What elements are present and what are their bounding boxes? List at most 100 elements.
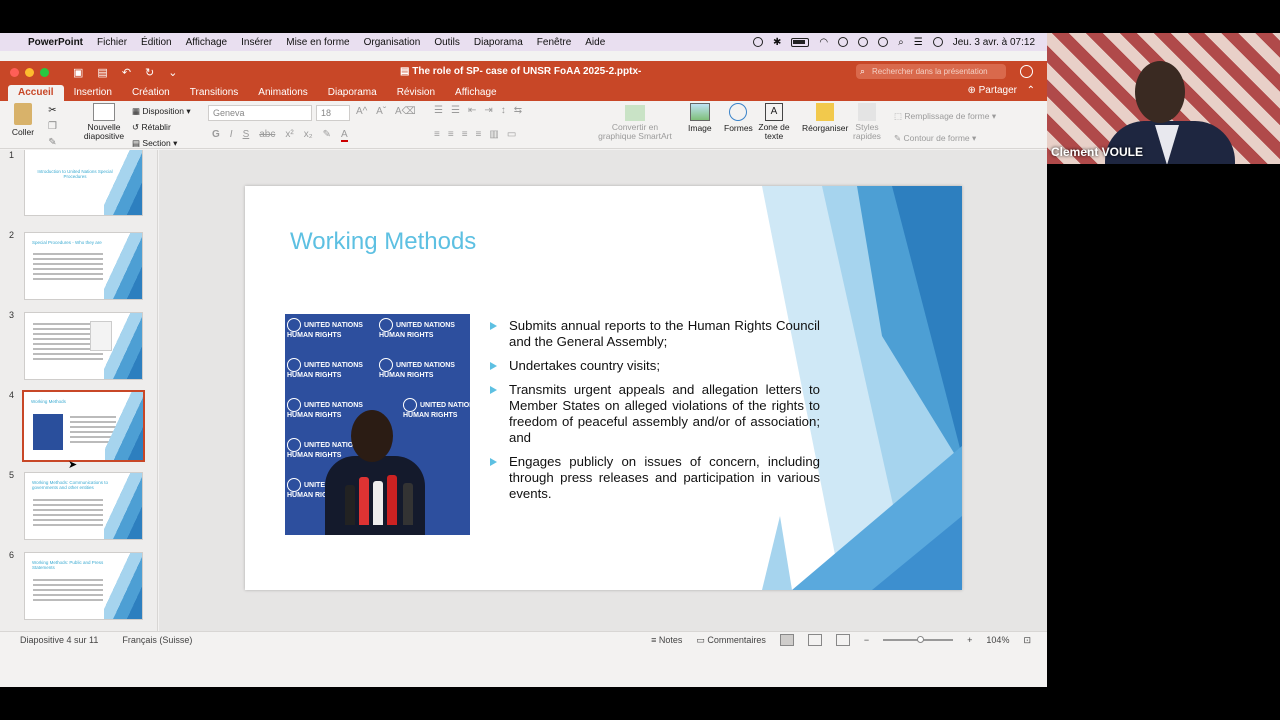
numbering-icon[interactable]: ☰ [451,105,460,116]
menu-outils[interactable]: Outils [434,37,460,48]
spotlight-icon[interactable]: ⌕ [898,37,904,48]
slide-thumbnail-4[interactable]: Working Methods [22,390,145,462]
smartart-button[interactable]: Convertir en graphique SmartArt [598,105,672,141]
reset-button[interactable]: ↺ Rétablir [132,119,191,135]
align-left-icon[interactable]: ≡ [434,129,440,140]
align-center-icon[interactable]: ≡ [448,129,454,140]
layout-button[interactable]: ▦ Disposition ▾ [132,103,191,119]
highlight-icon[interactable]: ✎ [323,129,331,142]
menu-aide[interactable]: Aide [585,37,605,48]
tab-diaporama[interactable]: Diaporama [318,85,387,101]
collapse-ribbon-icon[interactable]: ⌃ [1027,85,1035,96]
tab-accueil[interactable]: Accueil [8,85,64,101]
underline-icon[interactable]: S [243,129,250,142]
wifi-icon[interactable]: ◠ [819,37,828,48]
justify-icon[interactable]: ≡ [476,129,482,140]
menu-mise-en-forme[interactable]: Mise en forme [286,37,349,48]
redo-icon[interactable]: ↻ [145,66,154,79]
section-button[interactable]: ▤ Section ▾ [132,135,191,151]
menu-inserer[interactable]: Insérer [241,37,272,48]
slide-photo[interactable]: UNITED NATIONS HUMAN RIGHTS UNITED NATIO… [285,314,470,535]
new-slide-button[interactable]: Nouvelle diapositive [82,103,126,141]
shape-outline-button[interactable]: ✎ Contour de forme ▾ [894,127,996,149]
record-icon[interactable] [858,37,869,47]
decrease-font-icon[interactable]: Aˇ [376,106,386,117]
line-spacing-icon[interactable]: ↕ [501,105,506,116]
slide-thumbnail-2[interactable]: Special Procedures - Who they are [24,232,143,300]
image-button[interactable]: Image [688,103,712,133]
bullets-icon[interactable]: ☰ [434,105,443,116]
thumbnail-row-1[interactable]: 1 Introduction to United Nations Special… [0,150,157,222]
menu-diaporama[interactable]: Diaporama [474,37,523,48]
copy-icon[interactable]: ❐ [48,119,57,135]
thumbnail-row-4[interactable]: 4 Working Methods [0,390,157,462]
strikethrough-icon[interactable]: abc [259,129,275,142]
thumbnail-row-2[interactable]: 2 Special Procedures - Who they are [0,230,157,302]
italic-icon[interactable]: I [230,129,233,142]
format-painter-icon[interactable]: ✎ [48,135,57,151]
tab-revision[interactable]: Révision [387,85,445,101]
quick-styles-button[interactable]: Styles rapides [852,103,882,141]
feedback-icon[interactable] [1020,65,1033,78]
fit-to-window-icon[interactable]: ⊡ [1023,635,1031,646]
language-indicator[interactable]: Français (Suisse) [122,635,192,645]
tab-animations[interactable]: Animations [248,85,317,101]
customize-toolbar-icon[interactable]: ⌄ [168,66,177,79]
sidebar-toggle-icon[interactable]: ▣ [73,66,83,79]
menu-affichage[interactable]: Affichage [186,37,228,48]
bluetooth-icon[interactable]: ✱ [773,37,781,48]
slide-thumbnail-3[interactable] [24,312,143,380]
text-align-icon[interactable]: ▭ [507,129,516,140]
reading-view-button[interactable] [835,634,850,646]
tab-insertion[interactable]: Insertion [64,85,122,101]
zoom-window-button[interactable] [40,67,49,77]
zoom-slider[interactable] [883,636,954,643]
tab-affichage[interactable]: Affichage [445,85,507,101]
participant-video[interactable]: Clement VOULE [1047,33,1280,164]
slide-thumbnail-1[interactable]: Introduction to United Nations Special P… [24,150,143,216]
siri-icon[interactable] [932,37,943,47]
menu-app-name[interactable]: PowerPoint [28,37,83,48]
font-size-field[interactable]: 18 [316,105,350,121]
slide-canvas[interactable]: Working Methods UNITED NATIONS HUMAN RIG… [245,186,962,590]
zoom-slider-knob[interactable] [917,636,925,643]
bold-icon[interactable]: G [212,129,220,142]
arrange-button[interactable]: Réorganiser [802,103,848,133]
zoom-in-button[interactable]: + [967,635,972,645]
slide-thumbnail-5[interactable]: Working Methods: Communications to gover… [24,472,143,540]
battery-icon[interactable] [791,37,810,47]
tab-transitions[interactable]: Transitions [180,85,249,101]
thumbnail-row-3[interactable]: 3 [0,310,157,382]
share-button[interactable]: ⊕ Partager [967,85,1017,96]
shape-fill-button[interactable]: ⬚ Remplissage de forme ▾ [894,105,996,127]
slide-bullet-list[interactable]: Submits annual reports to the Human Righ… [490,318,820,510]
columns-icon[interactable]: ▥ [489,129,498,140]
save-icon[interactable]: ▤ [97,66,107,79]
textbox-button[interactable]: A Zone de texte [758,103,790,141]
time-machine-icon[interactable] [878,37,889,47]
user-icon[interactable] [838,37,849,47]
minimize-window-button[interactable] [25,67,34,77]
increase-font-icon[interactable]: A^ [356,106,367,117]
font-color-icon[interactable]: A [340,129,348,142]
clear-format-icon[interactable]: A⌫ [395,106,416,117]
tab-creation[interactable]: Création [122,85,180,101]
paste-button[interactable]: Coller [8,103,38,137]
decrease-indent-icon[interactable]: ⇤ [468,105,476,116]
font-name-field[interactable]: Geneva [208,105,312,121]
zoom-level[interactable]: 104% [986,635,1009,645]
search-input[interactable]: ⌕ Rechercher dans la présentation [856,64,1006,79]
cut-icon[interactable]: ✂ [48,103,57,119]
menubar-clock[interactable]: Jeu. 3 avr. à 07:12 [953,37,1035,48]
superscript-icon[interactable]: x² [285,129,293,142]
slide-sorter-button[interactable] [807,634,822,646]
thumbnail-row-5[interactable]: 5 Working Methods: Communications to gov… [0,470,157,542]
menu-organisation[interactable]: Organisation [364,37,421,48]
text-direction-icon[interactable]: ⇆ [514,105,522,116]
increase-indent-icon[interactable]: ⇥ [484,105,492,116]
close-window-button[interactable] [10,67,19,77]
comments-button[interactable]: ▭ Commentaires [696,635,766,646]
slide-title[interactable]: Working Methods [290,228,476,256]
slide-thumbnail-6[interactable]: Working Methods: Public and Press Statem… [24,552,143,620]
control-center-icon[interactable]: ☰ [914,37,923,48]
